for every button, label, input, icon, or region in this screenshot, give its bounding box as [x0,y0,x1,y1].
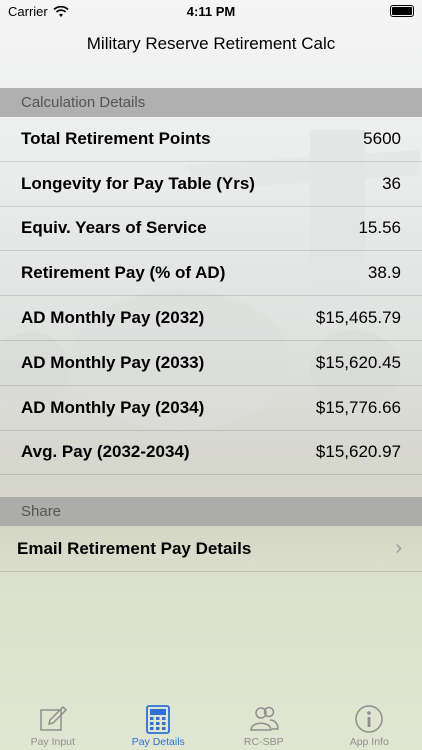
page-title: Military Reserve Retirement Calc [86,34,336,53]
row-label: Total Retirement Points [21,128,211,148]
row-label: Longevity for Pay Table (Yrs) [21,173,255,193]
row-value: $15,776.66 [315,397,401,417]
tab-label: Pay Input [30,736,75,748]
calculator-icon [146,705,171,734]
tab-label: RC-SBP [243,736,284,748]
status-time: 4:11 PM [186,4,236,19]
row-value: $15,620.97 [315,442,401,462]
list-item: Longevity for Pay Table (Yrs) 36 [0,162,422,207]
row-label: AD Monthly Pay (2034) [21,397,205,417]
row-label: AD Monthly Pay (2032) [21,308,205,328]
list-item: AD Monthly Pay (2032) $15,465.79 [0,296,422,341]
list-item: Retirement Pay (% of AD) 38.9 [0,251,422,297]
tab-pay-input[interactable]: Pay Input [0,700,105,748]
list-item: Equiv. Years of Service 15.56 [0,207,422,252]
info-icon [355,705,383,733]
row-value: $15,620.45 [315,352,401,372]
tab-label: App Info [349,736,389,748]
tab-bar: Pay Input Pay Details RC-SBP App Info [0,700,422,750]
tab-rc-sbp[interactable]: RC-SBP [211,700,316,748]
row-value: 36 [382,173,401,193]
row-value: 38.9 [367,263,401,283]
row-label: AD Monthly Pay (2033) [21,352,205,372]
list-item: AD Monthly Pay (2033) $15,620.45 [0,341,422,386]
section-header-details: Calculation Details [0,88,422,117]
row-value: 15.56 [358,218,401,238]
list-item: AD Monthly Pay (2034) $15,776.66 [0,386,422,431]
email-details-button[interactable]: Email Retirement Pay Details › [0,526,422,572]
section-header-share: Share [0,497,422,526]
tab-app-info[interactable]: App Info [317,700,422,748]
row-value: $15,465.79 [315,308,401,328]
row-label: Retirement Pay (% of AD) [21,263,226,283]
tab-pay-details[interactable]: Pay Details [106,700,211,748]
chevron-right-icon: › [395,537,402,559]
battery-icon [390,5,414,17]
list-item: Avg. Pay (2032-2034) $15,620.97 [0,431,422,476]
details-list: Total Retirement Points 5600 Longevity f… [0,117,422,476]
status-bar: Carrier 4:11 PM [0,0,422,22]
row-label: Avg. Pay (2032-2034) [21,442,190,462]
pencil-square-icon [40,705,67,731]
tab-label: Pay Details [131,736,185,748]
row-label: Equiv. Years of Service [21,218,207,238]
row-value: 5600 [363,128,401,148]
people-icon [249,706,279,731]
email-details-label: Email Retirement Pay Details [17,538,252,558]
list-item: Total Retirement Points 5600 [0,117,422,162]
